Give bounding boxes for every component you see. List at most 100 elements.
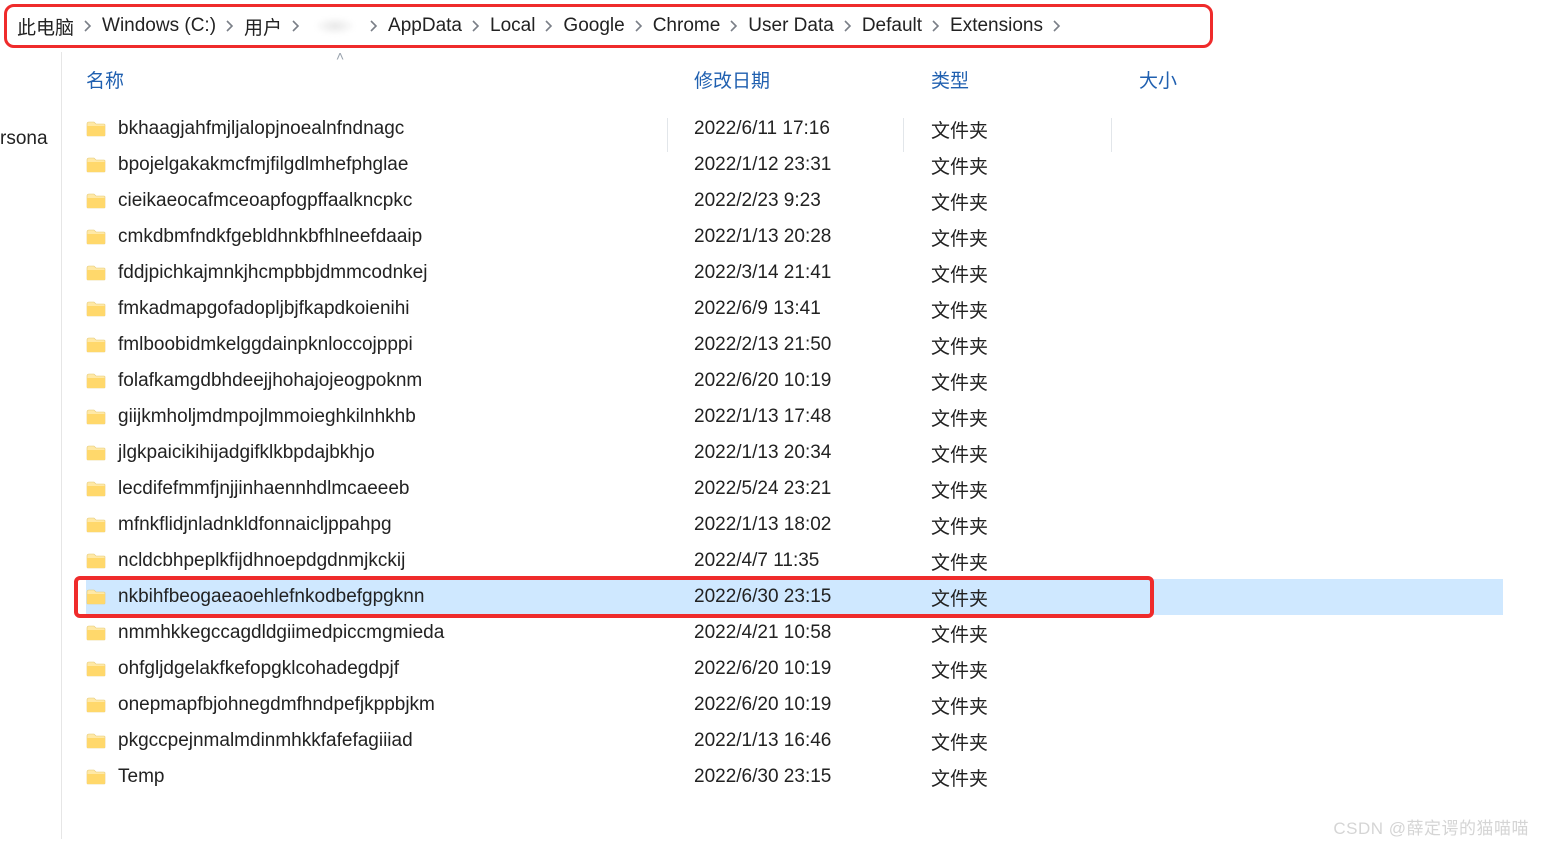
chevron-right-icon[interactable]	[80, 20, 96, 32]
table-row[interactable]: fmkadmapgofadopljbjfkapdkoienihi2022/6/9…	[86, 291, 1503, 327]
name-cell: fmlboobidmkelggdainpknloccojpppi	[86, 334, 694, 356]
table-row[interactable]: lecdifefmmfjnjjinhaennhdlmcaeeeb2022/5/2…	[86, 471, 1503, 507]
breadcrumb-segment[interactable]	[304, 17, 366, 35]
table-row[interactable]: cmkdbmfndkfgebldhnkbfhlneefdaaip2022/1/1…	[86, 219, 1503, 255]
breadcrumb-segment[interactable]: Extensions	[944, 15, 1049, 37]
type-cell: 文件夹	[931, 692, 1139, 719]
column-headers: ˄ 名称 修改日期 类型 大小	[62, 52, 1543, 111]
folder-icon	[86, 337, 106, 353]
watermark: CSDN @薛定谔的猫喵喵	[1333, 814, 1529, 839]
table-row[interactable]: giijkmholjmdmpojlmmoieghkilnhkhb2022/1/1…	[86, 399, 1503, 435]
date-cell: 2022/1/13 20:34	[694, 442, 931, 464]
chevron-right-icon[interactable]	[631, 20, 647, 32]
folder-name: ncldcbhpeplkfijdhnoepdgdnmjkckij	[118, 550, 405, 572]
table-row[interactable]: pkgccpejnmalmdinmhkkfafefagiiiad2022/1/1…	[86, 723, 1503, 759]
table-row[interactable]: bkhaagjahfmjljalopjnoealnfndnagc2022/6/1…	[86, 111, 1503, 147]
table-row[interactable]: jlgkpaicikihijadgifklkbpdajbkhjo2022/1/1…	[86, 435, 1503, 471]
chevron-right-icon[interactable]	[1049, 20, 1065, 32]
date-cell: 2022/6/30 23:15	[694, 586, 931, 608]
chevron-right-icon[interactable]	[840, 20, 856, 32]
table-row[interactable]: folafkamgdbhdeejjhohajojeogpoknm 2022/6/2…	[86, 363, 1503, 399]
date-cell: 2022/6/9 13:41	[694, 298, 931, 320]
sidebar-item-partial[interactable]: rsona	[0, 122, 61, 156]
name-cell: pkgccpejnmalmdinmhkkfafefagiiiad	[86, 730, 694, 752]
name-cell: nkbihfbeogaeaoehlefnkodbefgpgknn	[86, 586, 694, 608]
breadcrumb-segment[interactable]: Chrome	[647, 15, 727, 37]
table-row[interactable]: onepmapfbjohnegdmfhndpefjkppbjkm2022/6/2…	[86, 687, 1503, 723]
chevron-right-icon	[635, 20, 643, 32]
folder-name: folafkamgdbhdeejjhohajojeogpoknm	[118, 370, 422, 392]
date-cell: 2022/6/11 17:16	[694, 118, 931, 140]
chevron-right-icon[interactable]	[541, 20, 557, 32]
folder-icon	[86, 697, 106, 713]
name-cell: cieikaeocafmceoapfogpffaalkncpkc	[86, 190, 694, 212]
breadcrumb-segment[interactable]: Default	[856, 15, 928, 37]
date-cell: 2022/6/20 10:19	[694, 658, 931, 680]
type-cell: 文件夹	[931, 440, 1139, 467]
type-cell: 文件夹	[931, 584, 1139, 611]
name-cell: fddjpichkajmnkjhcmpbbjdmmcodnkej	[86, 262, 694, 284]
type-cell: 文件夹	[931, 332, 1139, 359]
folder-icon	[86, 769, 106, 785]
folder-name: mfnkflidjnladnkldfonnaicljppahpg	[118, 514, 392, 536]
table-row[interactable]: nmmhkkegccagdldgiimedpiccmgmieda2022/4/2…	[86, 615, 1503, 651]
breadcrumb-segment[interactable]: Windows (C:)	[96, 15, 222, 37]
folder-icon	[86, 733, 106, 749]
chevron-right-icon	[84, 20, 92, 32]
type-cell: 文件夹	[931, 224, 1139, 251]
column-header-name[interactable]: ˄ 名称	[86, 66, 694, 93]
redacted-segment	[314, 17, 356, 35]
chevron-right-icon	[730, 20, 738, 32]
table-row[interactable]: cieikaeocafmceoapfogpffaalkncpkc2022/2/2…	[86, 183, 1503, 219]
folder-name: ohfgljdgelakfkefopgklcohadegdpjf	[118, 658, 399, 680]
breadcrumb-segment[interactable]: Google	[557, 15, 630, 37]
folder-icon	[86, 445, 106, 461]
chevron-right-icon[interactable]	[366, 20, 382, 32]
table-row[interactable]: bpojelgakakmcfmjfilgdlmhefphglae2022/1/1…	[86, 147, 1503, 183]
folder-icon	[86, 517, 106, 533]
folder-icon	[86, 373, 106, 389]
column-header-type[interactable]: 类型	[931, 66, 1139, 93]
chevron-right-icon[interactable]	[288, 20, 304, 32]
breadcrumb[interactable]: 此电脑 Windows (C:) 用户 AppData Local Google Chrom…	[4, 4, 1213, 48]
folder-icon	[86, 625, 106, 641]
table-row[interactable]: nkbihfbeogaeaoehlefnkodbefgpgknn2022/6/3…	[86, 579, 1503, 615]
date-cell: 2022/3/14 21:41	[694, 262, 931, 284]
column-header-size[interactable]: 大小	[1139, 66, 1543, 93]
date-cell: 2022/2/13 21:50	[694, 334, 931, 356]
column-header-name-label: 名称	[86, 71, 124, 92]
table-row[interactable]: ohfgljdgelakfkefopgklcohadegdpjf 2022/6/2…	[86, 651, 1503, 687]
date-cell: 2022/4/21 10:58	[694, 622, 931, 644]
sort-indicator-icon: ˄	[336, 48, 344, 64]
breadcrumb-segment[interactable]: 用户	[238, 13, 288, 40]
table-row[interactable]: fddjpichkajmnkjhcmpbbjdmmcodnkej 2022/3/1…	[86, 255, 1503, 291]
column-header-date[interactable]: 修改日期	[694, 66, 931, 93]
folder-icon	[86, 265, 106, 281]
table-row[interactable]: ncldcbhpeplkfijdhnoepdgdnmjkckij 2022/4/7…	[86, 543, 1503, 579]
date-cell: 2022/4/7 11:35	[694, 550, 931, 572]
breadcrumb-segment[interactable]: AppData	[382, 15, 468, 37]
chevron-right-icon[interactable]	[468, 20, 484, 32]
folder-name: fmlboobidmkelggdainpknloccojpppi	[118, 334, 413, 356]
chevron-right-icon[interactable]	[222, 20, 238, 32]
table-row[interactable]: fmlboobidmkelggdainpknloccojpppi 2022/2/1…	[86, 327, 1503, 363]
table-row[interactable]: mfnkflidjnladnkldfonnaicljppahpg2022/1/1…	[86, 507, 1503, 543]
date-cell: 2022/6/20 10:19	[694, 370, 931, 392]
breadcrumb-segment[interactable]: Local	[484, 15, 541, 37]
date-cell: 2022/1/13 20:28	[694, 226, 931, 248]
type-cell: 文件夹	[931, 296, 1139, 323]
folder-name: lecdifefmmfjnjjinhaennhdlmcaeeeb	[118, 478, 410, 500]
folder-name: cieikaeocafmceoapfogpffaalkncpkc	[118, 190, 412, 212]
chevron-right-icon[interactable]	[928, 20, 944, 32]
folder-icon	[86, 157, 106, 173]
name-cell: giijkmholjmdmpojlmmoieghkilnhkhb	[86, 406, 694, 428]
folder-icon	[86, 193, 106, 209]
chevron-right-icon	[292, 20, 300, 32]
folder-name: fddjpichkajmnkjhcmpbbjdmmcodnkej	[118, 262, 427, 284]
chevron-right-icon[interactable]	[726, 20, 742, 32]
table-row[interactable]: Temp2022/6/30 23:15文件夹	[86, 759, 1503, 795]
breadcrumb-segment[interactable]: User Data	[742, 15, 840, 37]
name-cell: lecdifefmmfjnjjinhaennhdlmcaeeeb	[86, 478, 694, 500]
breadcrumb-segment[interactable]: 此电脑	[11, 13, 80, 40]
chevron-right-icon	[1053, 20, 1061, 32]
